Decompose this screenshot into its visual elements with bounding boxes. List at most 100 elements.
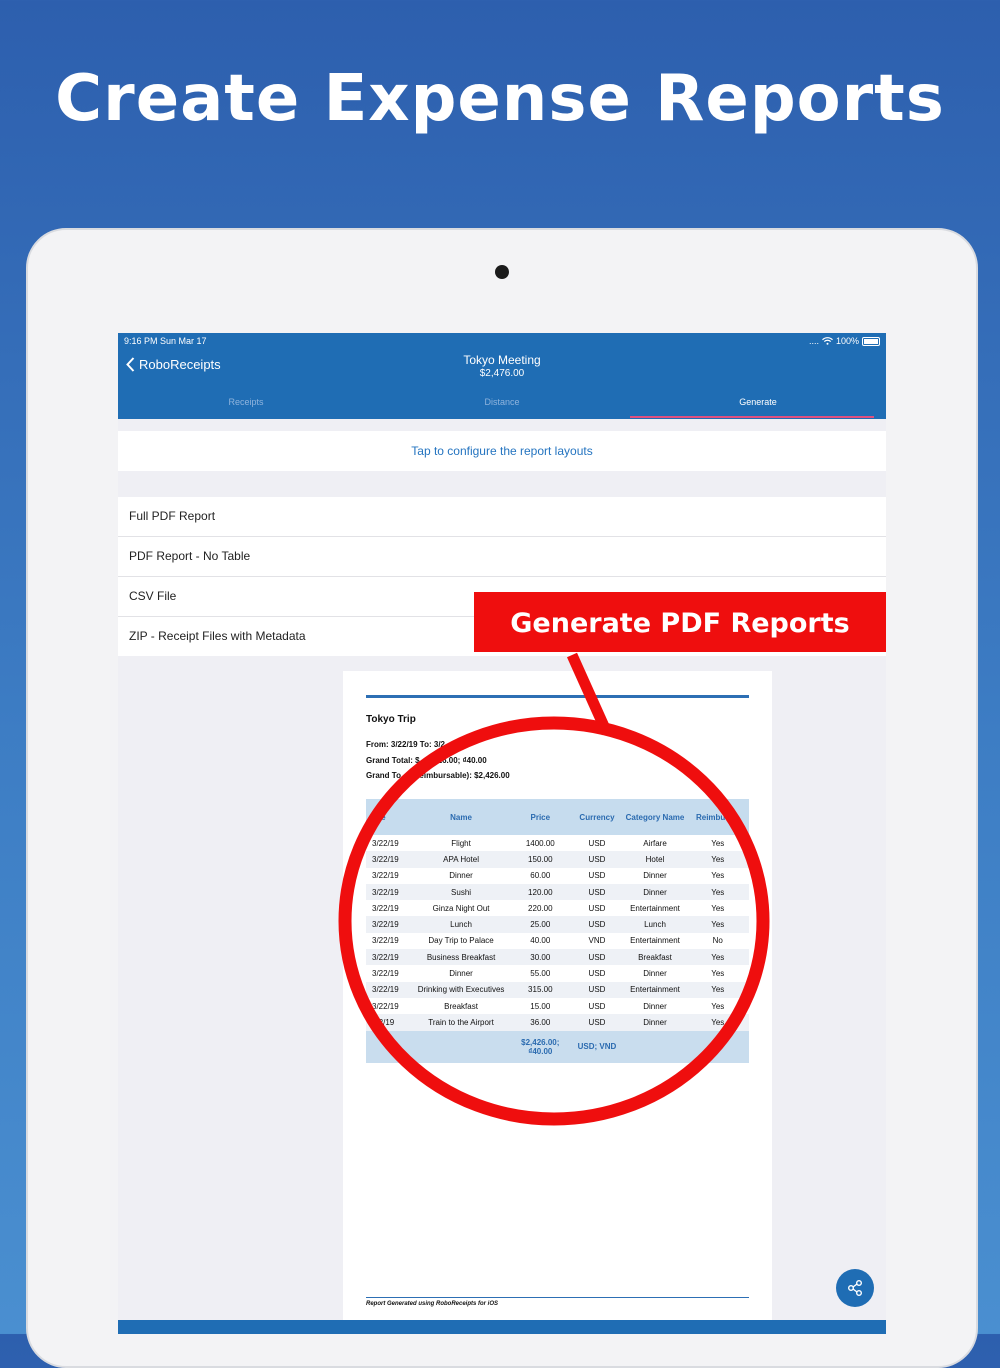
cell-name: Drinking with Executives — [412, 981, 511, 998]
cell-price: 40.00 — [530, 936, 551, 946]
table-row: 3/22/19 Dinner 55.00 USD Dinner Yes — [366, 965, 749, 981]
col-date: ate — [366, 799, 413, 835]
cell-price: 15.00 — [530, 1001, 551, 1011]
cell-category: Dinner — [643, 1001, 667, 1011]
cell-reimb: Yes — [686, 1014, 749, 1031]
pdf-grand-total-reimbursable: Grand To (Reimbursable): $2,426.00 — [366, 771, 510, 780]
cell-category: Airfare — [643, 838, 667, 848]
cell-price: 315.00 — [510, 981, 571, 998]
cell-currency: USD — [588, 1001, 606, 1011]
pdf-grand-total: Grand Total: $26.00; ₫40.00 — [366, 755, 487, 765]
cell-name: Ginza Night Out — [432, 903, 490, 913]
table-row: 3/22/19 Lunch 25.00 USD Lunch Yes — [366, 916, 749, 933]
option-pdf-no-table[interactable]: PDF Report - No Table — [118, 537, 886, 577]
cell-price: 25.00 — [510, 916, 571, 933]
cell-name: Train to the Airport — [412, 1014, 511, 1031]
table-row: 3/22/19 APA Hotel 150.00 USD Hotel Yes — [366, 851, 749, 868]
cell-price: 120.00 — [510, 883, 571, 901]
promo-banner: Generate PDF Reports — [474, 592, 886, 652]
cell-currency: USD — [588, 871, 606, 881]
cell-currency: USD — [570, 949, 624, 966]
pdf-title: Tokyo Trip — [366, 714, 416, 725]
app-screen: 9:16 PM Sun Mar 17 .... 100% RoboReceipt… — [118, 333, 886, 1334]
cell-price: 60.00 — [530, 871, 551, 881]
cell-currency: USD — [588, 969, 606, 979]
cell-reimb: Yes — [711, 871, 725, 881]
tab-generate[interactable]: Generate — [630, 391, 886, 419]
cell-reimb: Yes — [711, 903, 725, 913]
pdf-receipts-table: ate Name Price Currency Category Name Re… — [366, 799, 749, 1063]
battery-icon — [862, 336, 880, 346]
pdf-table-body: 3/22/19 Flight 1400.00 USD Airfare Yes 3/22/19… — [366, 835, 749, 1031]
report-total: $2,476.00 — [479, 368, 525, 379]
cell-date: 3/22/19 — [372, 871, 399, 881]
cell-reimb: No — [712, 936, 723, 946]
tab-receipts[interactable]: Receipts — [118, 391, 374, 419]
cell-currency: USD — [570, 883, 624, 901]
cell-price: 150.00 — [510, 851, 571, 868]
table-row: 3/22/19 Flight 1400.00 USD Airfare Yes — [366, 835, 749, 851]
cell-price: 36.00 — [510, 1014, 571, 1031]
cell-category: Entertainment — [630, 903, 680, 913]
status-indicators: .... 100% — [809, 336, 880, 346]
cell-date: 3/22/19 — [372, 903, 399, 913]
cell-reimb: Yes — [686, 949, 749, 966]
cell-name: Lunch — [412, 916, 511, 933]
tab-distance[interactable]: Distance — [374, 391, 630, 419]
cell-reimb: Yes — [686, 851, 749, 868]
cell-name: Sushi — [412, 883, 511, 901]
cell-category: Entertainment — [623, 981, 687, 998]
cell-name: Dinner — [449, 969, 473, 979]
cell-date: 3/22/19 — [366, 851, 413, 868]
cell-reimb: Yes — [711, 838, 725, 848]
table-row: /22/19 Train to the Airport 36.00 USD Dinner… — [366, 1014, 749, 1031]
table-row: 3/22/19 Business Breakfast 30.00 USD Breakfa… — [366, 949, 749, 966]
pdf-total-currency: USD; VND — [570, 1030, 624, 1063]
cell-category: Hotel — [623, 851, 687, 868]
tab-bar: Receipts Distance Generate — [118, 391, 886, 419]
cell-date: 3/22/19 — [372, 936, 399, 946]
table-row: 3/22/19 Dinner 60.00 USD Dinner Yes — [366, 868, 749, 884]
cell-reimb: Yes — [686, 916, 749, 933]
navigation-bar: 9:16 PM Sun Mar 17 .... 100% RoboReceipt… — [118, 333, 886, 419]
table-row: 3/22/19 Day Trip to Palace 40.00 VND Enterta… — [366, 933, 749, 949]
cell-currency: USD — [570, 1014, 624, 1031]
table-row: 3/22/19 Breakfast 15.00 USD Dinner Yes — [366, 998, 749, 1014]
cell-currency: USD — [570, 851, 624, 868]
col-reimbursable: Reimburs e — [686, 799, 749, 835]
cell-price: 1400.00 — [525, 838, 555, 848]
bottom-bar — [118, 1320, 886, 1334]
cell-category: Dinner — [643, 871, 667, 881]
share-button[interactable] — [836, 1269, 874, 1307]
report-name: Tokyo Meeting — [463, 353, 541, 367]
cell-currency: USD — [588, 903, 606, 913]
configure-layouts-link[interactable]: Tap to configure the report layouts — [118, 431, 886, 471]
col-name: Name — [412, 799, 511, 835]
cell-category: Dinner — [623, 883, 687, 901]
headline: Create Expense Reports — [55, 62, 945, 136]
option-full-pdf[interactable]: Full PDF Report — [118, 497, 886, 537]
cell-name: Breakfast — [444, 1001, 478, 1011]
col-currency: Currency — [570, 799, 624, 835]
pdf-footer: Report Generated using RoboReceipts for … — [366, 1301, 499, 1307]
share-icon — [848, 1280, 862, 1296]
cell-date: 3/22/19 — [366, 949, 413, 966]
signal-dots-icon: .... — [808, 336, 819, 346]
cell-name: APA Hotel — [412, 851, 511, 868]
cell-reimb: Yes — [711, 1001, 725, 1011]
pdf-preview: Tokyo Trip From: 3/22/19 To: 3/2 Grand T… — [343, 671, 772, 1334]
table-row: 3/22/19 Drinking with Executives 315.00 USD… — [366, 981, 749, 998]
col-price: Price — [510, 799, 571, 835]
cell-currency: USD — [570, 981, 624, 998]
pdf-bottom-rule — [366, 1297, 749, 1298]
cell-date: 3/22/19 — [372, 838, 399, 848]
cell-date: 3/22/19 — [366, 916, 413, 933]
cell-category: Dinner — [623, 1014, 687, 1031]
cell-name: Dinner — [449, 871, 473, 881]
cell-reimb: Yes — [686, 883, 749, 901]
cell-category: Entertainment — [630, 936, 680, 946]
cell-price: 220.00 — [528, 903, 553, 913]
table-row: 3/22/19 Sushi 120.00 USD Dinner Yes — [366, 883, 749, 901]
cell-date: 3/22/19 — [366, 883, 413, 901]
cell-reimb: Yes — [686, 981, 749, 998]
